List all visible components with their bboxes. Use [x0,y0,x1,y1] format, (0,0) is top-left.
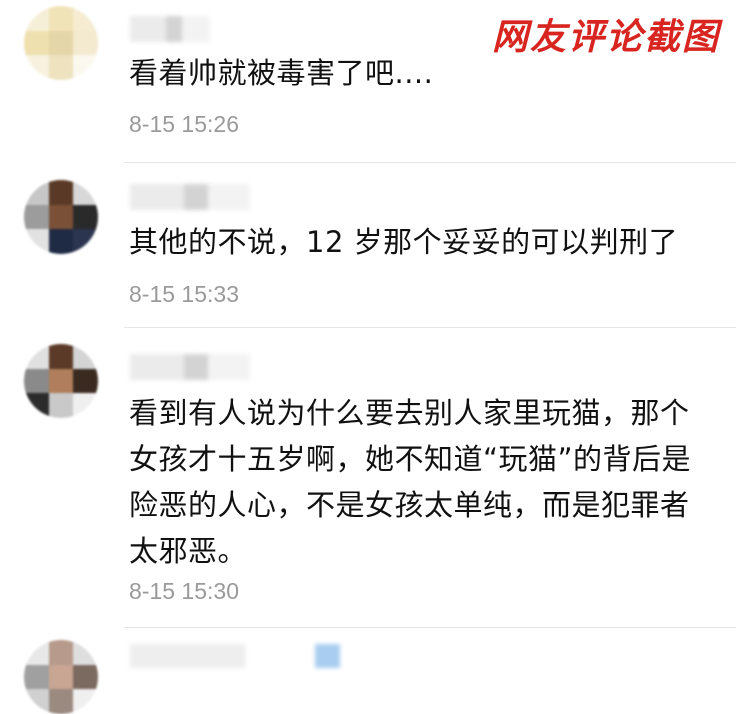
comment-time: 8-15 15:33 [129,281,239,307]
divider [124,327,736,328]
avatar[interactable] [24,6,98,80]
username-redacted[interactable] [130,644,340,668]
comment-text: 其他的不说，12 岁那个妥妥的可以判刑了 [129,225,679,259]
divider [124,627,736,628]
avatar[interactable] [24,344,98,418]
comment-time: 8-15 15:26 [129,111,239,137]
username-redacted[interactable] [130,184,250,210]
username-redacted[interactable] [130,354,250,380]
username-redacted[interactable] [130,16,210,42]
comment-time: 8-15 15:30 [129,578,239,604]
divider [124,162,736,163]
comment-text: 看着帅就被毒害了吧.... [129,56,434,90]
comment-text: 看到有人说为什么要去别人家里玩猫，那个女孩才十五岁啊，她不知道“玩猫”的背后是险… [129,396,692,568]
avatar[interactable] [24,640,98,714]
avatar[interactable] [24,180,98,254]
